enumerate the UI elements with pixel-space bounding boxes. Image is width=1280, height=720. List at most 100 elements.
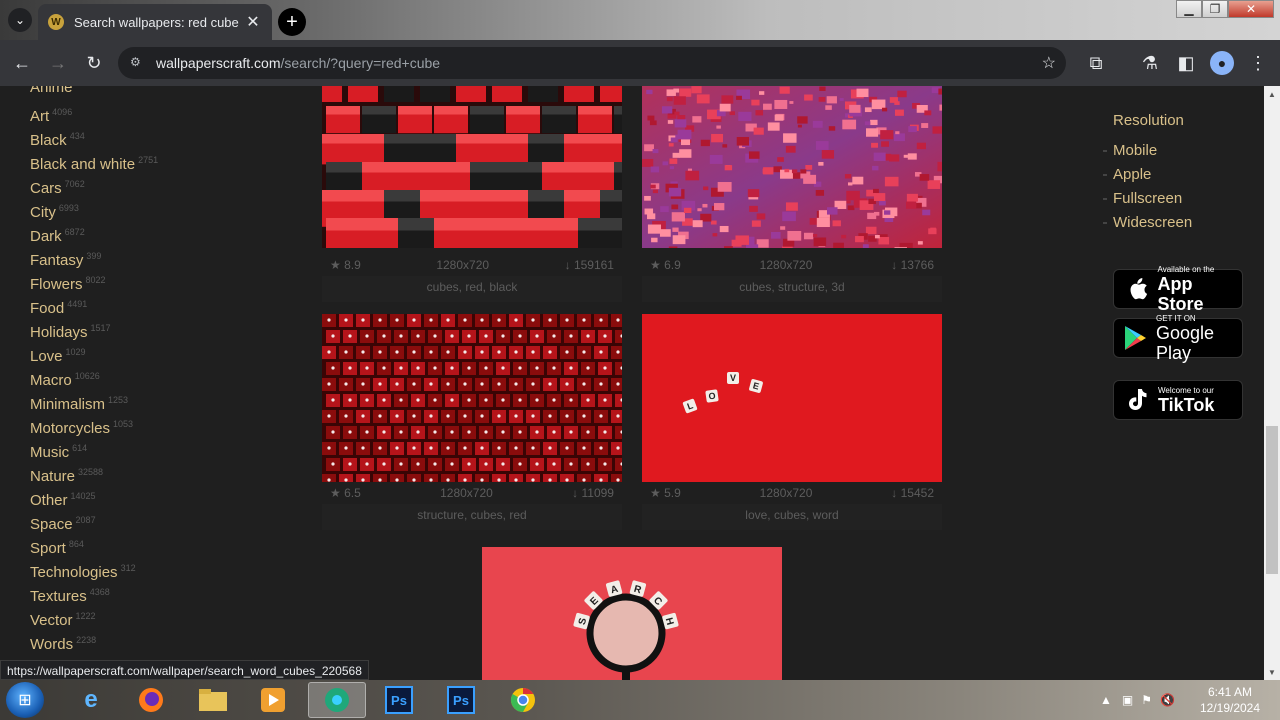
resolution-text[interactable]: 1280x720 xyxy=(440,482,493,504)
category-link[interactable]: Anime xyxy=(30,86,158,100)
category-link[interactable]: Love 1029 xyxy=(30,340,158,365)
category-link[interactable]: Textures 4368 xyxy=(30,580,158,605)
category-link[interactable]: Black and white 2751 xyxy=(30,148,158,173)
resolution-link-apple[interactable]: Apple xyxy=(1102,163,1192,187)
category-link[interactable]: Sport 864 xyxy=(30,532,158,557)
wallpaper-thumbnail-love-cubes[interactable]: L O V E xyxy=(642,314,942,482)
scroll-up-arrow-icon[interactable]: ▲ xyxy=(1264,86,1280,102)
category-name: Technologies xyxy=(30,564,118,581)
address-bar[interactable]: ⚙ wallpaperscraft.com/search/?query=red+… xyxy=(118,47,1066,79)
reload-icon[interactable]: ↻ xyxy=(82,51,106,75)
category-link[interactable]: Space 2087 xyxy=(30,508,158,533)
menu-kebab-icon[interactable]: ⋮ xyxy=(1246,51,1270,75)
category-link[interactable]: City 6993 xyxy=(30,196,158,221)
back-arrow-icon[interactable]: ← xyxy=(10,51,34,75)
category-link[interactable]: Motorcycles 1053 xyxy=(30,412,158,437)
category-link[interactable]: Music 614 xyxy=(30,436,158,461)
wallpaper-card[interactable]: ★ 6.5 1280x720 ↓ 11099 structure, cubes,… xyxy=(322,314,622,530)
google-play-icon xyxy=(1124,325,1148,351)
chrome-browser-icon[interactable] xyxy=(494,682,552,718)
firefox-icon[interactable] xyxy=(122,682,180,718)
internet-explorer-icon[interactable]: e xyxy=(62,682,120,718)
minimize-button[interactable]: ▁ xyxy=(1176,0,1202,18)
wallpaper-tags[interactable]: structure, cubes, red xyxy=(322,504,622,530)
resolution-text[interactable]: 1280x720 xyxy=(436,254,489,276)
tray-expand-icon[interactable]: ▲ xyxy=(1100,693,1112,707)
category-link[interactable]: Words 2238 xyxy=(30,628,158,653)
page-scrollbar[interactable]: ▲ ▼ xyxy=(1264,86,1280,680)
category-link[interactable]: Art 4096 xyxy=(30,100,158,125)
wallpaper-card[interactable]: SEARCH xyxy=(482,547,782,680)
media-player-icon[interactable] xyxy=(244,682,302,718)
photoshop-icon[interactable]: Ps xyxy=(370,682,428,718)
extensions-icon[interactable]: ⧉ xyxy=(1084,51,1108,75)
wallpaper-card[interactable]: L O V E ★ 5.9 1280x720 ↓ 15452 love, cub… xyxy=(642,314,942,530)
wallpaper-tags[interactable]: cubes, red, black xyxy=(322,276,622,302)
taskbar-clock[interactable]: 6:41 AM 12/19/2024 xyxy=(1190,684,1270,716)
active-tab[interactable]: W Search wallpapers: red cube ✕ xyxy=(38,4,272,40)
category-link[interactable]: Flowers 8022 xyxy=(30,268,158,293)
site-info-icon[interactable]: ⚙ xyxy=(130,55,146,71)
forward-arrow-icon[interactable]: → xyxy=(46,51,70,75)
resolution-link-widescreen[interactable]: Widescreen xyxy=(1102,211,1192,235)
category-name: Anime xyxy=(30,86,73,96)
resolution-text[interactable]: 1280x720 xyxy=(760,482,813,504)
category-link[interactable]: Dark 6872 xyxy=(30,220,158,245)
category-link[interactable]: Holidays 1517 xyxy=(30,316,158,341)
maximize-button[interactable]: ❐ xyxy=(1202,0,1228,18)
category-count: 6993 xyxy=(58,203,79,213)
tiktok-badge[interactable]: Welcome to our TikTok xyxy=(1113,380,1243,420)
labs-flask-icon[interactable]: ⚗ xyxy=(1138,51,1162,75)
close-window-button[interactable]: ✕ xyxy=(1228,0,1274,18)
profile-avatar-icon[interactable]: ● xyxy=(1210,51,1234,75)
resolution-link-mobile[interactable]: Mobile xyxy=(1102,139,1192,163)
category-count: 1517 xyxy=(90,323,111,333)
app-store-badge[interactable]: Available on the App Store xyxy=(1113,265,1243,314)
wallpaper-tags[interactable]: love, cubes, word xyxy=(642,504,942,530)
wallpaper-card[interactable]: ★ 8.9 1280x720 ↓ 159161 cubes, red, blac… xyxy=(322,86,622,302)
category-link[interactable]: Cars 7062 xyxy=(30,172,158,197)
category-count: 614 xyxy=(72,443,88,453)
downloads-text: ↓ 159161 xyxy=(564,258,614,272)
downloads-text: ↓ 15452 xyxy=(891,486,934,500)
resolution-text[interactable]: 1280x720 xyxy=(760,254,813,276)
resolution-link-fullscreen[interactable]: Fullscreen xyxy=(1102,187,1192,211)
category-link[interactable]: Macro 10626 xyxy=(30,364,158,389)
bookmark-star-icon[interactable]: ☆ xyxy=(1042,53,1056,73)
google-play-badge[interactable]: GET IT ON Google Play xyxy=(1113,314,1243,363)
network-icon[interactable]: ▣ xyxy=(1122,693,1133,707)
url-path: /search/?query=red+cube xyxy=(280,55,441,71)
category-link[interactable]: Black 434 xyxy=(30,124,158,149)
wallpaper-thumbnail-red-dice-structure[interactable] xyxy=(322,314,622,482)
category-count: 32588 xyxy=(78,467,104,477)
category-link[interactable]: Nature 32588 xyxy=(30,460,158,485)
category-link[interactable]: Vector 1222 xyxy=(30,604,158,629)
category-link[interactable]: Minimalism 1253 xyxy=(30,388,158,413)
action-center-flag-icon[interactable]: ⚑ xyxy=(1141,693,1152,707)
side-panel-icon[interactable]: ◧ xyxy=(1174,51,1198,75)
category-count: 1253 xyxy=(108,395,129,405)
category-name: Food xyxy=(30,300,65,317)
category-count: 1029 xyxy=(65,347,86,357)
scrollbar-thumb[interactable] xyxy=(1266,426,1278,574)
tab-search-button[interactable]: ⌄ xyxy=(8,8,32,32)
close-tab-icon[interactable]: ✕ xyxy=(244,12,262,32)
wallpaper-card[interactable]: ★ 6.9 1280x720 ↓ 13766 cubes, structure,… xyxy=(642,86,942,302)
wallpaper-tags[interactable]: cubes, structure, 3d xyxy=(642,276,942,302)
wallpaper-thumbnail-purple-red-structure[interactable] xyxy=(642,86,942,254)
volume-muted-icon[interactable]: 🔇 xyxy=(1160,693,1175,707)
wallpaper-thumbnail-search-cubes[interactable]: SEARCH xyxy=(482,547,782,680)
chrome-taskbar-icon[interactable] xyxy=(308,682,366,718)
category-link[interactable]: Food 4491 xyxy=(30,292,158,317)
category-count: 14025 xyxy=(70,491,96,501)
photoshop-icon[interactable]: Ps xyxy=(432,682,490,718)
category-name: Music xyxy=(30,444,70,461)
category-link[interactable]: Technologies 312 xyxy=(30,556,158,581)
file-explorer-icon[interactable] xyxy=(184,682,242,718)
scroll-down-arrow-icon[interactable]: ▼ xyxy=(1264,664,1280,680)
start-button-windows-icon[interactable]: ⊞ xyxy=(6,682,44,718)
category-link[interactable]: Other 14025 xyxy=(30,484,158,509)
wallpaper-thumbnail-red-black-cubes[interactable] xyxy=(322,86,622,254)
new-tab-button[interactable]: + xyxy=(278,8,306,36)
category-link[interactable]: Fantasy 399 xyxy=(30,244,158,269)
